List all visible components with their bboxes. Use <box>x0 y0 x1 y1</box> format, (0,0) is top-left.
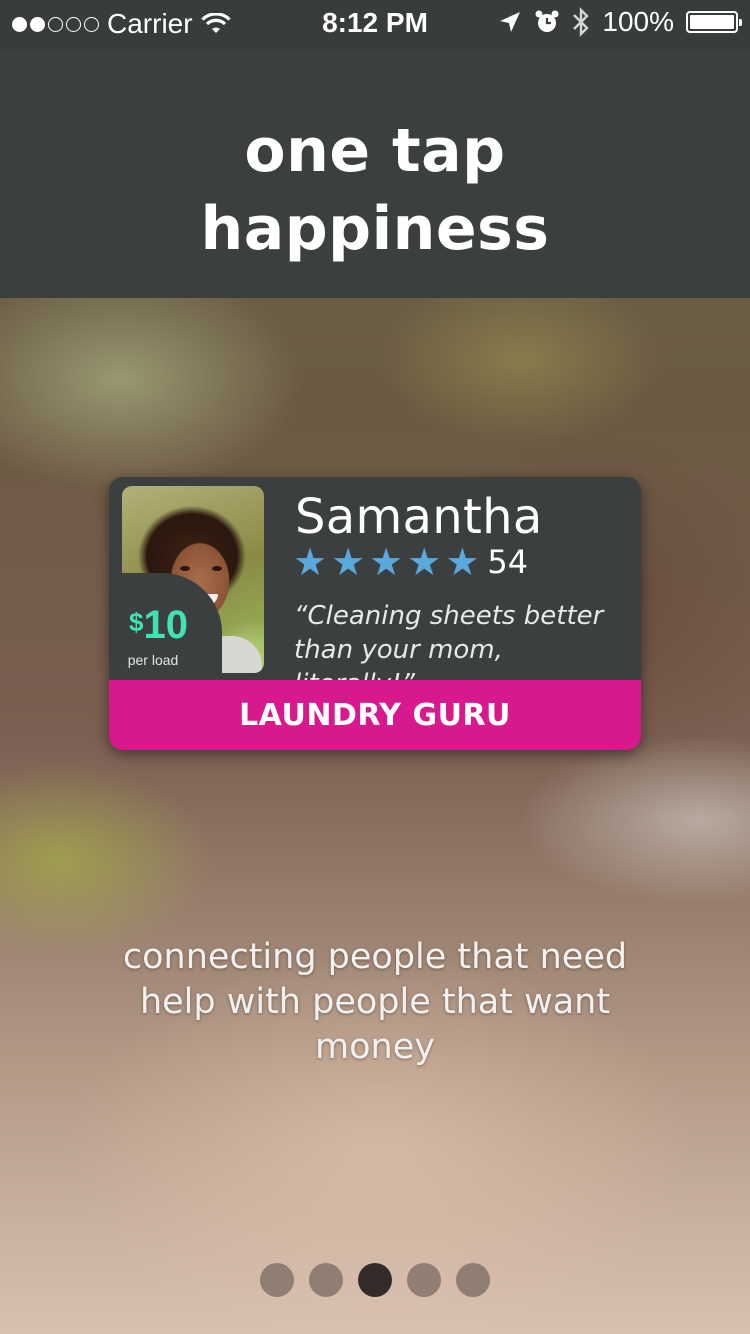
tagline-line-1: connecting people that need <box>122 937 628 977</box>
header: one tap happiness <box>0 50 750 298</box>
rating-count: 54 <box>487 543 529 581</box>
star-icon: ★ <box>293 540 328 584</box>
profile-photo: $10 <box>122 486 264 673</box>
laundry-guru-button[interactable]: LAUNDRY GURU <box>109 680 641 750</box>
page-dot[interactable] <box>260 1263 294 1297</box>
tagline-line-2: help with people that want <box>139 982 611 1022</box>
status-bar: Carrier 8:12 PM 100% <box>0 0 750 50</box>
tagline-line-3: money <box>315 1027 435 1067</box>
provider-name: Samantha <box>295 489 543 545</box>
title-line-2: happiness <box>200 194 550 264</box>
price-unit: per load <box>127 652 179 668</box>
location-icon <box>500 12 521 32</box>
page-dot[interactable] <box>309 1263 343 1297</box>
price-currency: $ <box>129 607 144 637</box>
price-amount: 10 <box>143 603 188 647</box>
tagline: connecting people that need help with pe… <box>115 935 635 1070</box>
page-dot[interactable] <box>407 1263 441 1297</box>
rating: ★ ★ ★ ★ ★ 54 <box>293 543 528 581</box>
page-dot[interactable] <box>456 1263 490 1297</box>
profile-card[interactable]: $10 per load Samantha ★ ★ ★ ★ ★ 54 “Clea… <box>109 477 641 750</box>
quote-line-1: “Cleaning sheets better <box>294 601 604 631</box>
page-title: one tap happiness <box>0 50 750 268</box>
page-dot-active[interactable] <box>358 1263 392 1297</box>
star-icon: ★ <box>407 540 442 584</box>
star-icon: ★ <box>331 540 366 584</box>
bluetooth-icon <box>573 7 590 37</box>
star-icon: ★ <box>369 540 404 584</box>
page-indicator[interactable] <box>0 1263 750 1297</box>
price: $10 <box>129 605 188 645</box>
star-icon: ★ <box>445 540 480 584</box>
battery-icon <box>686 11 742 33</box>
alarm-icon <box>535 10 559 32</box>
battery-percent: 100% <box>602 6 674 37</box>
status-right: 100% <box>498 6 742 38</box>
title-line-1: one tap <box>244 116 506 186</box>
